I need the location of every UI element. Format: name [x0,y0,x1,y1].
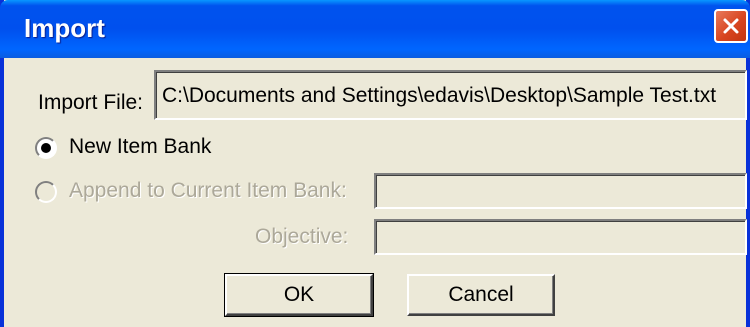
title-bar[interactable]: Import [0,0,750,58]
append-item-bank-label: Append to Current Item Bank: [69,179,347,202]
cancel-button[interactable]: Cancel [407,274,555,316]
import-file-label: Import File: [38,91,144,114]
new-item-bank-label[interactable]: New Item Bank [69,135,211,159]
import-file-path: C:\Documents and Settings\edavis\Desktop… [162,84,717,107]
import-file-field[interactable]: C:\Documents and Settings\edavis\Desktop… [154,70,747,120]
close-button[interactable] [714,9,748,43]
objective-field[interactable] [374,219,747,255]
ok-button[interactable]: OK [224,273,374,317]
append-item-bank-field[interactable] [374,173,747,209]
new-item-bank-radio[interactable] [35,137,57,159]
objective-label: Objective: [255,225,349,248]
close-icon [723,18,739,34]
dialog-title: Import [24,13,105,43]
append-item-bank-radio[interactable] [35,181,57,203]
import-dialog: Import Import File: C:\Documents and Set… [0,0,750,327]
